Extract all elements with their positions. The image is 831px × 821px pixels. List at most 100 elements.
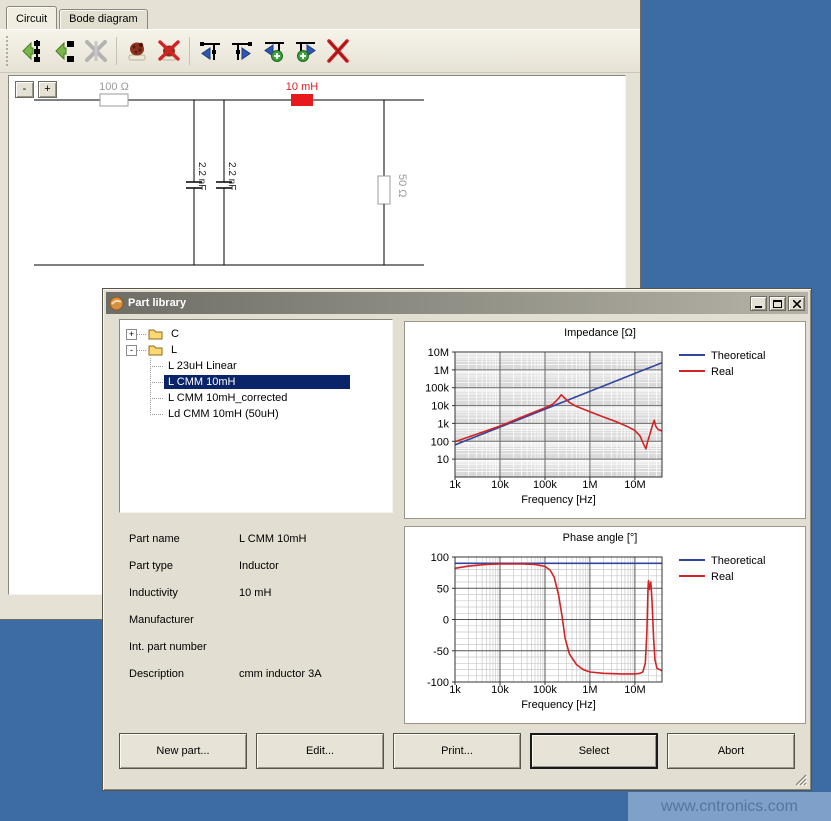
impedance-chart: 1k10k100k1M10M101001k10k100k1M10MImpedan… [404, 321, 806, 519]
detail-value: Inductor [239, 560, 399, 572]
svg-text:Frequency [Hz]: Frequency [Hz] [521, 494, 596, 506]
detail-label: Int. part number [129, 641, 239, 653]
desktop: Circuit Bode diagram [0, 0, 831, 821]
svg-text:Theoretical: Theoretical [711, 350, 765, 362]
print-button[interactable]: Print... [393, 733, 521, 769]
detail-row: Inductivity 10 mH [129, 579, 399, 606]
zoom-in-button[interactable]: + [38, 81, 57, 98]
insert-part-icon[interactable] [48, 35, 80, 67]
probe-right-icon[interactable] [226, 35, 258, 67]
svg-text:100k: 100k [533, 479, 557, 491]
svg-text:50: 50 [437, 583, 449, 595]
abort-button[interactable]: Abort [667, 733, 795, 769]
detail-value: 10 mH [239, 587, 399, 599]
collapse-icon[interactable]: - [126, 345, 137, 356]
insert-part-back-icon[interactable] [16, 35, 48, 67]
tab-circuit[interactable]: Circuit [6, 6, 57, 29]
svg-text:Real: Real [711, 366, 734, 378]
select-button[interactable]: Select [530, 733, 658, 769]
svg-text:Theoretical: Theoretical [711, 555, 765, 567]
tree-item[interactable]: Ld CMM 10mH (50uH) [120, 406, 392, 422]
dialog-title: Part library [128, 297, 748, 309]
tree-connector [137, 350, 146, 351]
tree-item-label[interactable]: Ld CMM 10mH (50uH) [164, 407, 283, 421]
svg-text:100: 100 [431, 552, 449, 564]
detail-label: Inductivity [129, 587, 239, 599]
edit-button[interactable]: Edit... [256, 733, 384, 769]
part-library-dialog: Part library + C - [102, 288, 812, 791]
resistor-r1[interactable] [100, 94, 128, 106]
svg-text:10: 10 [437, 454, 449, 466]
new-part-button[interactable]: New part... [119, 733, 247, 769]
part-library-bug-icon[interactable] [121, 35, 153, 67]
delete-probe-icon[interactable] [322, 35, 354, 67]
svg-text:Phase angle [°]: Phase angle [°] [563, 532, 638, 544]
svg-text:Real: Real [711, 571, 734, 583]
tree-connector [137, 334, 146, 335]
tree-item-label[interactable]: L CMM 10mH [164, 375, 350, 389]
tree-folder-label[interactable]: L [167, 343, 181, 357]
svg-text:1k: 1k [437, 418, 449, 430]
close-button[interactable] [788, 296, 805, 311]
delete-part-icon[interactable] [153, 35, 185, 67]
toolbar-separator [189, 37, 190, 65]
close-icon [793, 300, 801, 308]
detail-label: Part name [129, 533, 239, 545]
tree-item-label[interactable]: L 23uH Linear [164, 359, 241, 373]
tree-folder-l[interactable]: - L [120, 342, 392, 358]
svg-text:10M: 10M [624, 479, 645, 491]
capacitor-c2-label: 2.2 nF [226, 162, 237, 190]
capacitor-c1-label: 2.2 nF [196, 162, 207, 190]
tree-folder-label[interactable]: C [167, 327, 183, 341]
zoom-out-button[interactable]: - [15, 81, 34, 98]
detail-row: Part type Inductor [129, 552, 399, 579]
toolbar-separator [116, 37, 117, 65]
svg-text:-100: -100 [427, 677, 449, 689]
svg-text:Impedance [Ω]: Impedance [Ω] [564, 327, 636, 339]
resize-grip-icon[interactable] [794, 773, 807, 786]
watermark-text: www.cntronics.com [661, 798, 798, 816]
tree-folder-c[interactable]: + C [120, 326, 392, 342]
svg-text:10k: 10k [491, 684, 509, 696]
detail-label: Description [129, 668, 239, 680]
svg-text:1k: 1k [449, 684, 461, 696]
detail-row: Int. part number [129, 633, 399, 660]
svg-text:1k: 1k [449, 479, 461, 491]
tree-item[interactable]: L 23uH Linear [120, 358, 392, 374]
phase-angle-chart: 1k10k100k1M10M-100-50050100Phase angle [… [404, 526, 806, 724]
svg-text:0: 0 [443, 615, 449, 627]
maximize-button[interactable] [769, 296, 786, 311]
folder-icon [148, 328, 163, 340]
svg-text:10k: 10k [491, 479, 509, 491]
toolbar [0, 29, 640, 73]
folder-icon [148, 344, 163, 356]
svg-text:10M: 10M [428, 347, 449, 359]
tree-item[interactable]: L CMM 10mH_corrected [120, 390, 392, 406]
svg-text:1M: 1M [582, 479, 597, 491]
svg-text:100: 100 [431, 436, 449, 448]
svg-text:100k: 100k [425, 383, 449, 395]
add-probe-left-icon[interactable] [258, 35, 290, 67]
watermark-banner: www.cntronics.com [628, 792, 831, 821]
expand-icon[interactable]: + [126, 329, 137, 340]
part-tree[interactable]: + C - L L 23uH Linear L [119, 319, 393, 513]
app-icon [109, 296, 124, 311]
svg-text:Frequency [Hz]: Frequency [Hz] [521, 699, 596, 711]
svg-text:-50: -50 [433, 646, 449, 658]
add-probe-right-icon[interactable] [290, 35, 322, 67]
minimize-button[interactable] [750, 296, 767, 311]
dialog-buttons: New part... Edit... Print... Select Abor… [119, 733, 795, 769]
tree-item-label[interactable]: L CMM 10mH_corrected [164, 391, 291, 405]
dialog-titlebar[interactable]: Part library [106, 292, 808, 314]
cut-disabled-icon [80, 35, 112, 67]
resistor-r2[interactable] [378, 176, 390, 204]
tree-item-selected[interactable]: L CMM 10mH [120, 374, 392, 390]
detail-label: Manufacturer [129, 614, 239, 626]
tab-bode-diagram[interactable]: Bode diagram [59, 9, 148, 29]
detail-row: Manufacturer [129, 606, 399, 633]
toolbar-gripper[interactable] [6, 36, 10, 66]
probe-left-icon[interactable] [194, 35, 226, 67]
part-details: Part name L CMM 10mH Part type Inductor … [129, 525, 399, 687]
inductor-l1-selected[interactable] [291, 94, 313, 106]
svg-text:10M: 10M [624, 684, 645, 696]
